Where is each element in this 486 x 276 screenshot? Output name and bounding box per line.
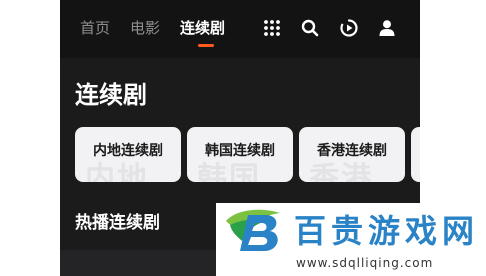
play-history-icon[interactable]	[340, 19, 358, 37]
brand-logo-icon	[222, 207, 288, 259]
category-chip-hongkong[interactable]: 香港 香港连续剧	[299, 127, 405, 182]
tab-tv-series[interactable]: 连续剧	[180, 18, 225, 38]
hot-series-heading: 热播连续剧	[75, 213, 160, 233]
chip-label: 韩国连续剧	[205, 143, 275, 159]
tab-home[interactable]: 首页	[80, 18, 110, 38]
category-chip-partial[interactable]	[411, 127, 420, 182]
grid-icon[interactable]	[263, 19, 281, 37]
category-chip-mainland[interactable]: 内地 内地连续剧	[75, 127, 181, 182]
category-chip-korea[interactable]: 韩国 韩国连续剧	[187, 127, 293, 182]
user-icon[interactable]	[378, 19, 396, 37]
brand-url: www.sdqlliqing.com	[296, 256, 434, 270]
tab-movies[interactable]: 电影	[130, 18, 160, 38]
top-nav-bar: 首页 电影 连续剧	[60, 0, 420, 58]
brand-name: 百贵游戏网	[294, 212, 480, 250]
section-title: 连续剧	[75, 81, 147, 109]
chip-label: 香港连续剧	[317, 143, 387, 159]
chip-label: 内地连续剧	[93, 143, 163, 159]
site-watermark: 百贵游戏网 www.sdqlliqing.com	[216, 203, 486, 276]
active-tab-indicator	[198, 44, 214, 47]
search-icon[interactable]	[301, 19, 319, 37]
